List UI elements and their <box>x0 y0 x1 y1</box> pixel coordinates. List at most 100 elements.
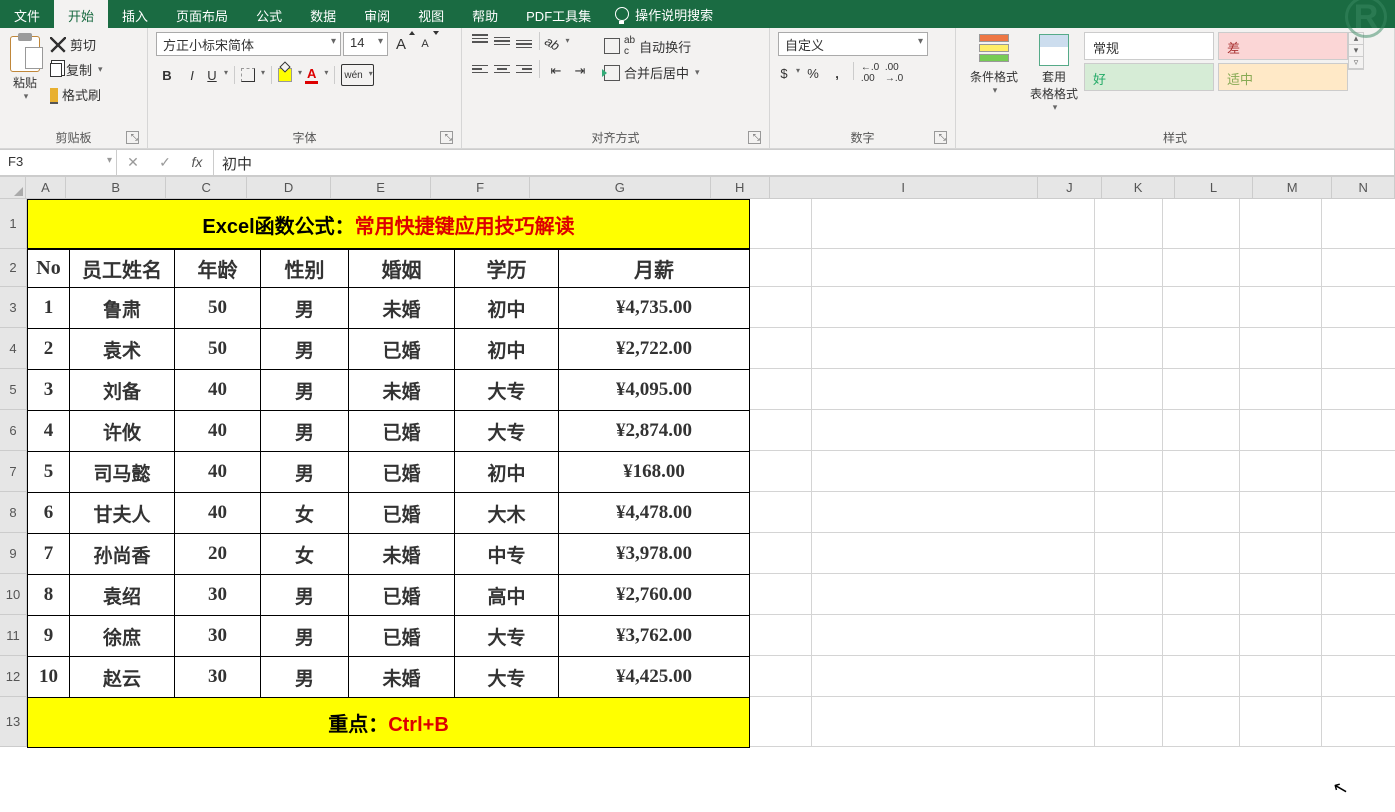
insert-function-button[interactable]: fx <box>181 150 213 175</box>
empty-cell[interactable] <box>1322 656 1395 697</box>
data-cell[interactable]: 大专 <box>455 411 559 452</box>
cut-button[interactable]: 剪切 <box>48 32 105 57</box>
empty-cell[interactable] <box>1322 249 1395 287</box>
empty-cell[interactable] <box>812 287 1095 328</box>
empty-cell[interactable] <box>1240 410 1322 451</box>
empty-cell[interactable] <box>1322 492 1395 533</box>
empty-cell[interactable] <box>1095 287 1163 328</box>
empty-cell[interactable] <box>1322 697 1395 747</box>
empty-cell[interactable] <box>1322 451 1395 492</box>
empty-cell[interactable] <box>750 287 812 328</box>
empty-cell[interactable] <box>1322 615 1395 656</box>
data-cell[interactable]: 许攸 <box>70 411 175 452</box>
empty-cell[interactable] <box>812 615 1095 656</box>
empty-cell[interactable] <box>750 574 812 615</box>
data-cell[interactable]: ¥4,478.00 <box>559 493 750 534</box>
data-cell[interactable]: 1 <box>28 288 70 329</box>
data-cell[interactable]: 30 <box>175 657 261 698</box>
empty-cell[interactable] <box>1095 615 1163 656</box>
row-header-9[interactable]: 9 <box>0 533 26 574</box>
empty-cell[interactable] <box>750 615 812 656</box>
tab-help[interactable]: 帮助 <box>458 0 512 28</box>
empty-cell[interactable] <box>750 410 812 451</box>
row-header-6[interactable]: 6 <box>0 410 26 451</box>
wrap-text-button[interactable]: abc自动换行 <box>601 32 703 60</box>
empty-cell[interactable] <box>1240 249 1322 287</box>
data-cell[interactable]: 40 <box>175 452 261 493</box>
col-header-G[interactable]: G <box>530 177 711 198</box>
formula-input[interactable]: 初中 <box>214 149 1395 176</box>
empty-cell[interactable] <box>1163 199 1240 249</box>
tab-review[interactable]: 审阅 <box>350 0 404 28</box>
data-cell[interactable]: 30 <box>175 575 261 616</box>
row-header-2[interactable]: 2 <box>0 249 26 287</box>
empty-cell[interactable] <box>1240 199 1322 249</box>
font-launcher[interactable]: ⤡ <box>440 131 453 144</box>
empty-cell[interactable] <box>1095 451 1163 492</box>
data-cell[interactable]: 7 <box>28 534 70 575</box>
empty-cell[interactable] <box>1095 533 1163 574</box>
empty-cell[interactable] <box>1240 287 1322 328</box>
empty-cell[interactable] <box>812 328 1095 369</box>
copy-button[interactable]: 复制▾ <box>48 57 105 82</box>
empty-cell[interactable] <box>1240 533 1322 574</box>
data-cell[interactable]: 8 <box>28 575 70 616</box>
decrease-decimal-button[interactable]: .00→.0 <box>883 62 905 84</box>
row-header-13[interactable]: 13 <box>0 697 26 747</box>
title-cell[interactable]: Excel函数公式：常用快捷键应用技巧解读 <box>27 199 750 249</box>
empty-cell[interactable] <box>1095 574 1163 615</box>
data-cell[interactable]: 20 <box>175 534 261 575</box>
header-cell[interactable]: 月薪 <box>559 250 750 288</box>
tab-home[interactable]: 开始 <box>54 0 108 28</box>
data-cell[interactable]: 已婚 <box>349 575 455 616</box>
empty-cell[interactable] <box>1095 656 1163 697</box>
empty-cell[interactable] <box>1163 492 1240 533</box>
data-cell[interactable]: 6 <box>28 493 70 534</box>
data-cell[interactable]: 40 <box>175 411 261 452</box>
fill-color-button[interactable] <box>278 64 302 86</box>
style-normal[interactable]: 常规 <box>1084 32 1214 60</box>
data-cell[interactable]: ¥3,978.00 <box>559 534 750 575</box>
tab-layout[interactable]: 页面布局 <box>162 0 242 28</box>
data-cell[interactable]: 男 <box>261 575 349 616</box>
increase-decimal-button[interactable]: ←.0.00 <box>859 62 881 84</box>
empty-cell[interactable] <box>1240 369 1322 410</box>
data-cell[interactable]: ¥2,760.00 <box>559 575 750 616</box>
paste-button[interactable]: 粘贴 ▾ <box>8 32 42 102</box>
data-cell[interactable]: 男 <box>261 329 349 370</box>
data-cell[interactable]: 40 <box>175 370 261 411</box>
data-cell[interactable]: ¥4,735.00 <box>559 288 750 329</box>
empty-cell[interactable] <box>750 697 812 747</box>
data-cell[interactable]: 已婚 <box>349 616 455 657</box>
header-cell[interactable]: No <box>28 250 70 288</box>
align-center-button[interactable] <box>492 60 512 78</box>
empty-cell[interactable] <box>750 249 812 287</box>
empty-cell[interactable] <box>1163 328 1240 369</box>
data-cell[interactable]: 已婚 <box>349 329 455 370</box>
align-middle-button[interactable] <box>492 32 512 50</box>
italic-button[interactable]: I <box>181 64 203 86</box>
border-button[interactable] <box>241 64 265 86</box>
header-cell[interactable]: 年龄 <box>175 250 261 288</box>
phonetic-button[interactable]: wén <box>341 64 373 86</box>
data-cell[interactable]: 孙尚香 <box>70 534 175 575</box>
data-cell[interactable]: 男 <box>261 411 349 452</box>
data-cell[interactable]: 未婚 <box>349 370 455 411</box>
bold-button[interactable]: B <box>156 64 178 86</box>
align-right-button[interactable] <box>514 60 534 78</box>
grow-font-button[interactable]: A <box>390 33 412 55</box>
style-good[interactable]: 好 <box>1084 63 1214 91</box>
empty-cell[interactable] <box>1095 249 1163 287</box>
header-cell[interactable]: 学历 <box>455 250 559 288</box>
data-cell[interactable]: 大专 <box>455 616 559 657</box>
data-cell[interactable]: 袁绍 <box>70 575 175 616</box>
empty-cell[interactable] <box>812 492 1095 533</box>
empty-cell[interactable] <box>812 451 1095 492</box>
data-cell[interactable]: 30 <box>175 616 261 657</box>
empty-cell[interactable] <box>812 410 1095 451</box>
tell-me-search[interactable]: 操作说明搜索 <box>605 0 723 28</box>
empty-cell[interactable] <box>1095 199 1163 249</box>
empty-cell[interactable] <box>1163 369 1240 410</box>
col-header-D[interactable]: D <box>247 177 330 198</box>
col-header-M[interactable]: M <box>1253 177 1333 198</box>
